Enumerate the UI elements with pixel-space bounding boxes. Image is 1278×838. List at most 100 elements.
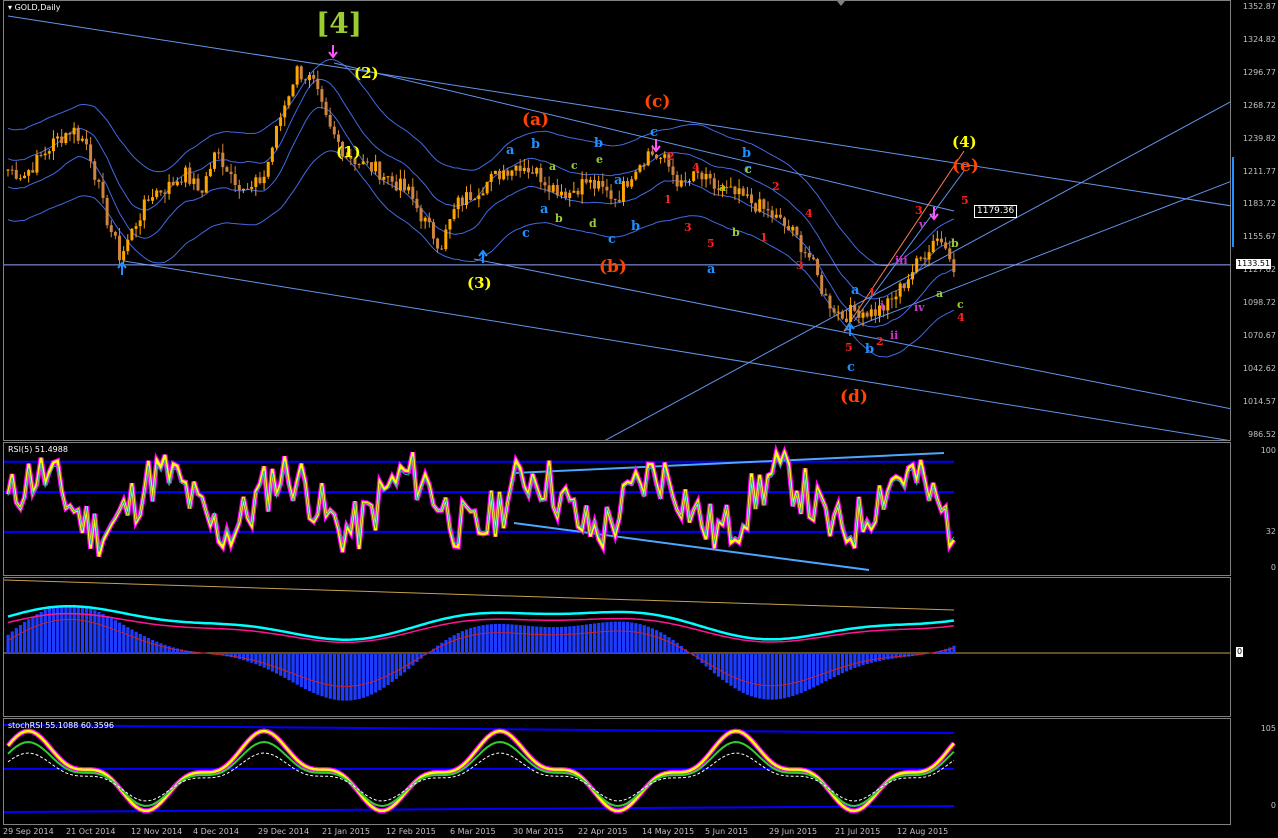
macd-bar (510, 624, 514, 653)
candle-body (10, 169, 14, 171)
wave-label: (a) (522, 110, 549, 130)
candle-body (250, 186, 254, 189)
stochrsi-pane[interactable]: stochRSI 55.1088 60.3596 (3, 718, 1231, 825)
macd-bar (237, 653, 242, 660)
candle-body (836, 311, 840, 313)
candle-body (935, 238, 939, 241)
candle-body (122, 251, 126, 261)
candle-body (72, 127, 76, 135)
macd-bar (365, 653, 370, 697)
candle-body (493, 170, 497, 175)
wave-label: a (549, 160, 556, 173)
macd-bar (142, 635, 147, 653)
candle-body (733, 186, 737, 195)
macd-bar (638, 624, 642, 653)
macd-bar (291, 653, 295, 683)
candle-body (113, 232, 117, 236)
price-tick: 1211.77 (1242, 166, 1276, 176)
candle-body (233, 174, 237, 186)
macd-bar (816, 653, 820, 686)
candle-body (167, 181, 171, 194)
wave-pivot-arrow-icon (328, 45, 338, 59)
macd-bar (316, 653, 320, 695)
candle-body (568, 192, 572, 198)
price-tick: 1352.87 (1242, 2, 1276, 11)
price-pane[interactable]: ▾ GOLD,Daily [4] (1) (2) (3) (4) (a) (b) (c) (d)… (3, 0, 1231, 441)
wave-label: 5 (707, 237, 715, 250)
macd-bar (250, 653, 254, 663)
macd-bar (155, 641, 159, 653)
macd-bar (382, 653, 386, 688)
macd-bar (642, 625, 646, 653)
candle-body (816, 259, 820, 276)
macd-bar (394, 653, 398, 679)
price-tick: 986.52 (1248, 429, 1276, 439)
wave-label: (d) (840, 387, 868, 407)
macd-bar (791, 653, 795, 696)
candle-body (369, 162, 373, 172)
wave-label: 4 (805, 207, 813, 220)
price-chart: [4](1)(2)(3)(4)(a)(b)(c)(d)(e)a bcabcabca… (4, 7, 1230, 440)
macd-bar (374, 653, 378, 693)
macd-bar (783, 653, 787, 699)
candle-body (68, 133, 72, 135)
macd-bar (745, 653, 750, 695)
macd-bar (568, 626, 572, 653)
candle-body (184, 167, 188, 183)
macd-bar (498, 623, 502, 653)
candle-body (555, 185, 559, 196)
candle-body (559, 191, 563, 196)
wave-label: [4] (316, 7, 362, 40)
wave-label: a (506, 143, 515, 158)
wave-label: (4) (952, 133, 977, 151)
macd-bar (882, 653, 886, 661)
macd-pane[interactable] (3, 577, 1231, 717)
time-tick: 30 Mar 2015 (513, 827, 564, 836)
candle-body (118, 235, 122, 261)
candle-body (886, 298, 890, 311)
macd-bar (146, 637, 151, 653)
candle-body (138, 220, 142, 227)
macd-bar (398, 653, 403, 676)
macd-bar (878, 653, 882, 661)
macd-bar (659, 632, 663, 653)
candle-body (208, 168, 212, 177)
macd-bar (547, 627, 551, 653)
rsi-axis: 100 32 0 (1232, 442, 1278, 576)
macd-bar (811, 653, 816, 688)
wave-label: c (522, 226, 530, 241)
macd-bar (584, 624, 588, 653)
candle-body (609, 190, 613, 199)
candle-body (39, 154, 43, 156)
candle-body (679, 180, 683, 187)
price-tick: 1268.72 (1242, 100, 1276, 110)
wave-label: b (631, 219, 640, 234)
macd-bar (159, 643, 163, 653)
candle-body (915, 258, 919, 273)
macd-bar (93, 610, 97, 653)
macd-bar (328, 653, 332, 699)
macd-bar (39, 611, 43, 653)
rsi-tick: 0 (1270, 563, 1276, 572)
candle-body (246, 188, 250, 190)
candle-body (634, 171, 638, 180)
candle-body (944, 242, 948, 249)
macd-bar (621, 621, 626, 653)
candle-body (6, 169, 10, 171)
time-tick: 12 Feb 2015 (386, 827, 436, 836)
candle-body (213, 152, 217, 169)
scroll-marker-icon[interactable] (837, 1, 845, 6)
macd-bar (295, 653, 299, 685)
wave-label: a (540, 202, 549, 217)
candle-body (357, 164, 361, 166)
rsi-trend-lower (513, 522, 870, 571)
rsi-pane[interactable]: RSI(5) 51.4988 (3, 442, 1231, 576)
macd-bar (572, 625, 576, 653)
candle-body (659, 157, 663, 159)
stochrsi-chart (4, 724, 956, 814)
stochrsi-axis: 105 0 (1232, 718, 1278, 825)
macd-bar (675, 642, 679, 653)
macd-bar (130, 629, 134, 653)
macd-bar (613, 621, 617, 653)
macd-bar (650, 628, 655, 653)
